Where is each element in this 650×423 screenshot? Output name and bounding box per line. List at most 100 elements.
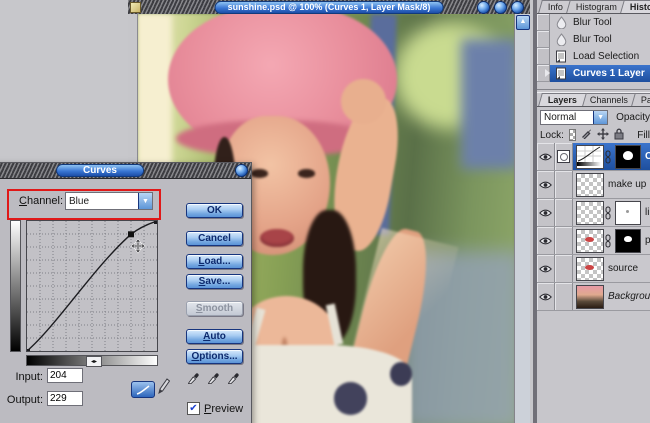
curve-endpoint-shadows[interactable] (25, 349, 30, 354)
layer-thumbnail[interactable] (576, 200, 604, 225)
gray-point-eyedropper-icon[interactable] (207, 370, 220, 384)
preview-label: Preview (204, 402, 244, 415)
curves-dialog-title-bar[interactable]: Curves (0, 163, 251, 179)
black-point-eyedropper-icon[interactable] (187, 370, 200, 384)
point-curve-tool-button[interactable] (131, 381, 155, 398)
cancel-button[interactable]: Cancel (186, 231, 243, 246)
blend-mode-select[interactable]: Normal ▼ (540, 109, 609, 125)
layer-thumbnail[interactable] (576, 284, 604, 309)
layer-row-pp-fo[interactable]: pp fo (537, 227, 650, 255)
checkbox-checked-icon[interactable]: ✔ (187, 402, 200, 415)
visibility-toggle[interactable] (537, 171, 555, 198)
layer-row-curves-1[interactable]: Curves 1 (537, 143, 650, 171)
move-cursor-icon (130, 238, 146, 254)
curve-selected-point[interactable] (128, 231, 134, 238)
layer-mask-thumbnail[interactable] (615, 228, 641, 253)
tab-paths[interactable]: Paths (631, 93, 650, 106)
history-item[interactable]: Blur Tool (537, 14, 650, 31)
history-item-selected[interactable]: Curves 1 Layer (537, 65, 650, 82)
fill-label: Fill (637, 129, 650, 141)
layer-name: pp fo (645, 235, 650, 246)
layer-row-source[interactable]: source (537, 255, 650, 283)
close-button[interactable] (511, 1, 524, 14)
curve-endpoint-highlights[interactable] (154, 219, 159, 224)
layer-name: make up (608, 179, 647, 190)
link-indicator-cell[interactable] (555, 255, 573, 282)
layer-mask-thumbnail[interactable] (615, 144, 641, 169)
blur-drop-icon (553, 33, 569, 46)
mask-link-icon[interactable] (604, 206, 612, 220)
history-state-pointer-icon[interactable] (545, 69, 550, 77)
history-snapshot-box[interactable] (537, 31, 550, 48)
tab-history[interactable]: History (620, 0, 650, 13)
output-gradient-ramp[interactable] (10, 220, 21, 352)
link-indicator-cell[interactable] (555, 227, 573, 254)
visibility-toggle[interactable] (537, 283, 555, 310)
save-button[interactable]: Save... (186, 274, 243, 289)
white-point-eyedropper-icon[interactable] (227, 370, 240, 384)
history-snapshot-box[interactable] (537, 14, 550, 31)
pencil-tool-button[interactable] (157, 377, 171, 398)
lock-paint-icon[interactable] (581, 128, 592, 142)
load-button[interactable]: Load... (186, 254, 243, 269)
lock-position-icon[interactable] (597, 127, 610, 143)
eyedropper-row (187, 370, 240, 384)
command-page-icon (553, 67, 569, 80)
visibility-toggle[interactable] (537, 255, 555, 282)
eye-icon (539, 181, 552, 188)
chevron-down-icon[interactable]: ▼ (593, 110, 608, 124)
minimize-button[interactable] (477, 1, 490, 14)
link-indicator-cell[interactable] (555, 171, 573, 198)
eye-icon (539, 153, 552, 160)
ok-button[interactable]: OK (186, 203, 243, 218)
visibility-toggle[interactable] (537, 143, 555, 170)
history-item[interactable]: Load Selection (537, 48, 650, 65)
link-indicator-cell[interactable] (555, 199, 573, 226)
mask-edit-indicator[interactable] (555, 143, 573, 170)
lock-transparency-icon[interactable] (568, 129, 577, 141)
ramp-reverse-widget[interactable]: ◂▸ (86, 356, 102, 367)
visibility-toggle[interactable] (537, 199, 555, 226)
layer-thumbnail[interactable] (576, 172, 604, 197)
layer-thumbnail[interactable] (576, 228, 604, 253)
input-gradient-ramp[interactable]: ◂▸ (26, 355, 158, 367)
layer-mask-thumbnail[interactable] (615, 200, 641, 225)
document-title-bar[interactable]: sunshine.psd @ 100% (Curves 1, Layer Mas… (128, 0, 530, 15)
document-scrollbar[interactable]: ▲ (514, 14, 530, 423)
mask-link-icon[interactable] (604, 150, 612, 164)
preview-control[interactable]: ✔ Preview (187, 402, 243, 415)
layer-thumbnail[interactable] (576, 256, 604, 281)
tab-histogram[interactable]: Histogram (566, 0, 627, 13)
auto-button[interactable]: Auto (186, 329, 243, 344)
input-value-field[interactable] (47, 368, 83, 383)
layer-row-lip[interactable]: lip (537, 199, 650, 227)
history-snapshot-box[interactable] (537, 65, 550, 82)
eye-icon (539, 265, 552, 272)
history-item[interactable]: Blur Tool (537, 31, 650, 48)
link-indicator-cell[interactable] (555, 283, 573, 310)
curve-grid[interactable] (25, 219, 159, 354)
right-eye (297, 169, 315, 178)
curves-adjustment-thumbnail[interactable] (576, 144, 604, 169)
dialog-close-button[interactable] (235, 164, 248, 177)
output-value-field[interactable] (47, 391, 83, 406)
history-item-label: Load Selection (573, 51, 640, 62)
layer-row-background[interactable]: Background (537, 283, 650, 311)
tab-channels[interactable]: Channels (580, 93, 638, 106)
panel-dock: Info Histogram History Blur Tool Blur To… (533, 0, 650, 423)
mask-link-icon[interactable] (604, 234, 612, 248)
tab-layers[interactable]: Layers (538, 93, 587, 106)
lips (260, 228, 295, 248)
options-button[interactable]: Options... (186, 349, 243, 364)
visibility-toggle[interactable] (537, 227, 555, 254)
history-snapshot-box[interactable] (537, 48, 550, 65)
maximize-button[interactable] (494, 1, 507, 14)
history-panel: Info Histogram History Blur Tool Blur To… (537, 0, 650, 90)
lips-thumbnail-shape (585, 264, 594, 270)
curve-plot[interactable] (25, 219, 159, 354)
scroll-up-button[interactable]: ▲ (516, 15, 530, 30)
lock-all-icon[interactable] (614, 128, 624, 143)
layer-row-make-up[interactable]: make up (537, 171, 650, 199)
history-item-label: Curves 1 Layer (573, 68, 645, 79)
mask-shape (624, 235, 632, 242)
